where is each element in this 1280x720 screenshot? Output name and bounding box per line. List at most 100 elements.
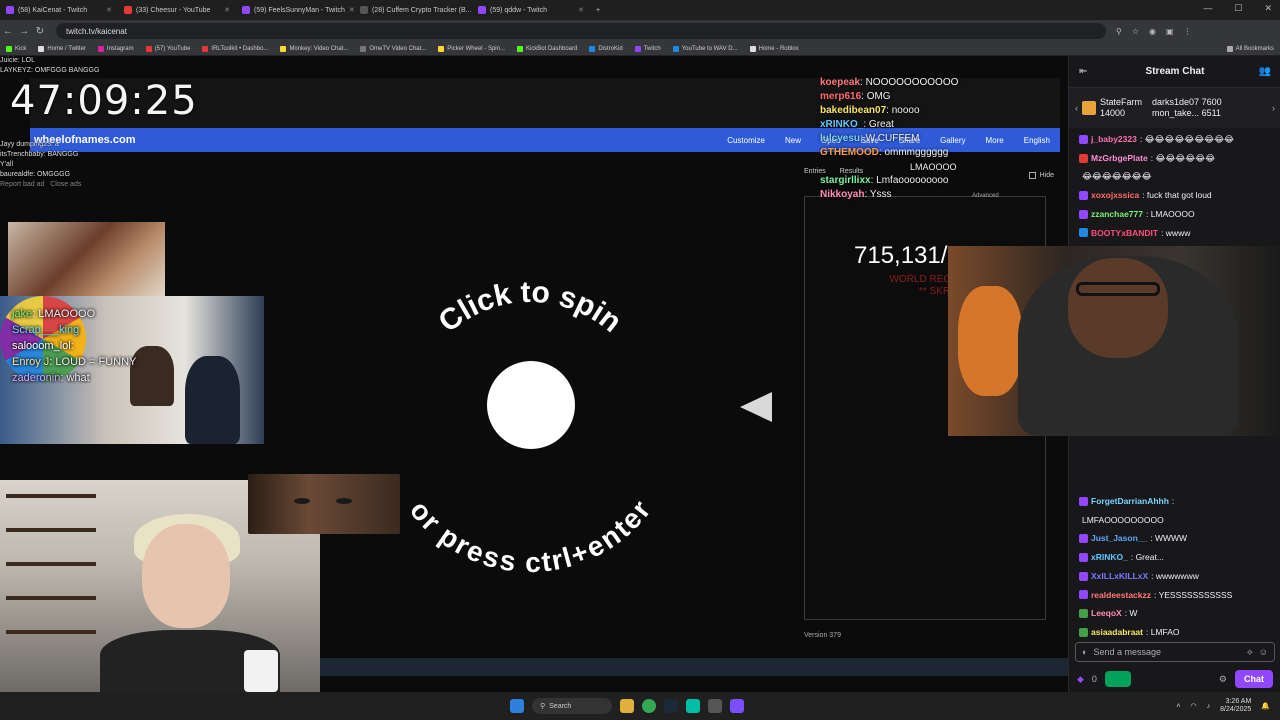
chat-username[interactable]: MzGrbgePlate <box>1091 149 1148 168</box>
chat-username[interactable]: zaderonin <box>12 372 60 384</box>
chat-username[interactable]: Nikkoyah <box>820 189 864 200</box>
tab-1[interactable]: (58) KaiCenat - Twitch ✕ <box>0 1 118 19</box>
badge-icon[interactable] <box>1079 496 1088 506</box>
file-explorer-icon[interactable] <box>620 699 634 713</box>
chat-username[interactable]: ForgetDarrianAhhh <box>1091 492 1169 511</box>
badge-icon[interactable] <box>1079 590 1088 600</box>
badge-icon[interactable] <box>1079 134 1088 144</box>
reload-icon[interactable]: ↻ <box>32 26 48 37</box>
back-icon[interactable]: ← <box>0 26 16 37</box>
bookmark-13[interactable]: Home - Roblox <box>744 45 805 52</box>
bookmark-9[interactable]: KickBot Dashboard <box>511 45 583 52</box>
volume-icon[interactable]: ♪ <box>1207 703 1211 710</box>
badge-icon[interactable] <box>1079 228 1088 238</box>
badge-icon[interactable] <box>1079 627 1088 637</box>
stream-video[interactable]: wheelofnames.com Customize New Open Save… <box>0 56 1068 692</box>
new-button[interactable]: New <box>785 136 801 145</box>
chat-button[interactable]: Chat <box>1235 670 1273 688</box>
puzzle-icon[interactable]: ▣ <box>1166 27 1174 36</box>
spin-button[interactable] <box>487 361 575 449</box>
leader-2[interactable]: darks1de07 7600 mon_take... 6511 <box>1152 97 1222 119</box>
bits-icon[interactable]: ⟡ <box>1247 647 1253 658</box>
bookmark-3[interactable]: Instagram <box>92 45 140 52</box>
new-tab-button[interactable]: + <box>590 1 610 19</box>
minimize-icon[interactable]: — <box>1203 3 1212 14</box>
bookmark-7[interactable]: OmeTV Video Chat... <box>354 45 432 52</box>
start-icon[interactable] <box>510 699 524 713</box>
taskbar-search[interactable]: ⚲ Search <box>532 698 612 714</box>
discord-icon[interactable] <box>730 699 744 713</box>
bookmark-10[interactable]: DistroKid <box>583 45 628 52</box>
badge-icon[interactable] <box>1079 209 1088 219</box>
steam-icon[interactable] <box>664 699 678 713</box>
badge-icon[interactable] <box>1079 571 1088 581</box>
close-ads-link[interactable]: Close ads <box>50 181 81 188</box>
clock[interactable]: 3:26 AM 8/24/2025 <box>1220 698 1251 714</box>
chevron-left-icon[interactable]: ‹ <box>1075 103 1078 113</box>
chat-username[interactable]: GTHEMOOD <box>820 147 879 158</box>
menu-icon[interactable]: ⋮ <box>1184 27 1192 36</box>
bookmark-6[interactable]: Monkey: Video Chat... <box>274 45 354 52</box>
extension-icon[interactable]: ◉ <box>1149 27 1156 36</box>
chat-username[interactable]: LeeqoX <box>1091 604 1122 623</box>
chat-username[interactable]: j_baby2323 <box>1091 130 1137 149</box>
chat-username[interactable]: xRINKO_ <box>1091 548 1128 567</box>
bookmark-2[interactable]: Home / Twitter <box>32 45 92 52</box>
badge-icon[interactable] <box>1079 534 1088 544</box>
tab-4[interactable]: (28) Cuffem Crypto Tracker (B...✕ <box>354 1 472 19</box>
tab-2[interactable]: (33) Cheesur - YouTube ✕ <box>118 1 236 19</box>
forward-icon[interactable]: → <box>16 26 32 37</box>
chat-username[interactable]: merp616 <box>820 91 861 102</box>
bookmark-8[interactable]: Picker Wheel - Spin... <box>432 45 511 52</box>
chat-username[interactable]: BOOTYxBANDIT <box>1091 224 1158 243</box>
chat-username[interactable]: xoxojxssica <box>1091 186 1139 205</box>
emote-icon[interactable]: ☺ <box>1259 647 1268 657</box>
bookmark-1[interactable]: Kick <box>0 45 32 52</box>
star-icon[interactable]: ☆ <box>1132 27 1139 36</box>
chat-username[interactable]: Scrap___king <box>12 324 79 336</box>
chat-username[interactable]: lulcyesu <box>820 133 860 144</box>
tab-3[interactable]: (59) FeelsSunnyMan - Twitch ✕ <box>236 1 354 19</box>
maximize-icon[interactable]: ☐ <box>1234 3 1242 14</box>
customize-button[interactable]: Customize <box>727 136 765 145</box>
close-tab-icon[interactable]: ✕ <box>106 6 112 14</box>
close-tab-icon[interactable]: ✕ <box>578 6 584 14</box>
leader-1[interactable]: StateFarm 14000 <box>1100 97 1142 119</box>
badge-icon[interactable] <box>1079 190 1088 200</box>
chat-username[interactable]: stargirllixx <box>820 175 871 186</box>
obs-icon[interactable] <box>708 699 722 713</box>
close-tab-icon[interactable]: ✕ <box>224 6 230 14</box>
chat-username[interactable]: salooom_lol <box>12 340 71 352</box>
chat-username[interactable]: bakedibean07 <box>820 105 886 116</box>
channel-points-button[interactable] <box>1104 671 1131 687</box>
chat-username[interactable]: XxILLxKILLxX <box>1091 567 1148 586</box>
bookmark-11[interactable]: Twitch <box>629 45 667 52</box>
bookmark-4[interactable]: (57) YouTube <box>140 45 197 52</box>
all-bookmarks[interactable]: All Bookmarks <box>1221 45 1280 52</box>
close-window-icon[interactable]: ✕ <box>1264 3 1272 14</box>
chat-username[interactable]: jake <box>12 308 32 320</box>
bookmark-12[interactable]: YouTube to WAV D... <box>667 45 744 52</box>
chat-username[interactable]: Just_Jason__ <box>1091 529 1147 548</box>
chevron-up-icon[interactable]: ˄ <box>1176 703 1180 710</box>
zoom-icon[interactable]: ⚲ <box>1116 27 1122 36</box>
chat-username[interactable]: asiaadabraat <box>1091 623 1143 642</box>
collapse-chat-icon[interactable]: ⇤ <box>1079 66 1087 77</box>
chat-username[interactable]: realdeestackzz <box>1091 586 1151 605</box>
chat-input[interactable]: ◐ Send a message ⟡ ☺ <box>1075 642 1275 662</box>
chevron-right-icon[interactable]: › <box>1272 103 1275 113</box>
tab-5[interactable]: (59) qddw - Twitch ✕ <box>472 1 590 19</box>
chrome-icon[interactable] <box>642 699 656 713</box>
badge-icon[interactable] <box>1079 153 1088 163</box>
report-ad-link[interactable]: Report bad ad <box>0 181 44 188</box>
chat-username[interactable]: zzanchae777 <box>1091 205 1143 224</box>
users-icon[interactable]: 👥 <box>1259 66 1271 77</box>
wifi-icon[interactable]: ◠ <box>1191 702 1197 710</box>
app-icon[interactable] <box>686 699 700 713</box>
badge-icon[interactable] <box>1079 609 1088 619</box>
settings-icon[interactable]: ⚙ <box>1219 674 1227 685</box>
chat-username[interactable]: xRINKO_ <box>820 119 863 130</box>
badge-icon[interactable] <box>1079 552 1088 562</box>
url-input[interactable]: twitch.tv/kaicenat <box>56 23 1106 39</box>
bookmark-5[interactable]: IRLToolkit • Dashbo... <box>196 45 274 52</box>
